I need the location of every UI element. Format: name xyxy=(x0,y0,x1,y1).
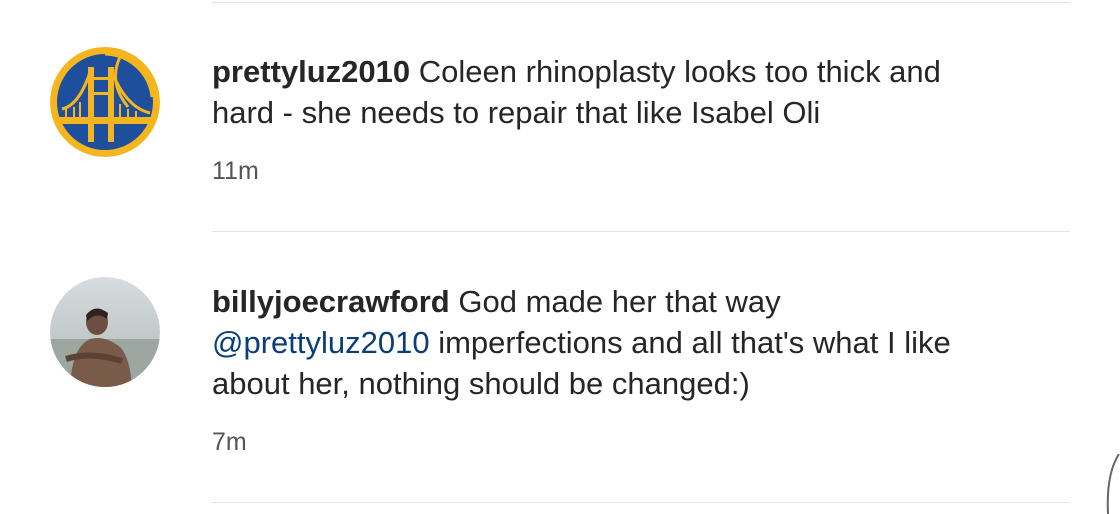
comment-divider xyxy=(212,231,1070,232)
comment-text: billyjoecrawford God made her that way @… xyxy=(212,281,992,404)
warriors-logo-icon xyxy=(50,47,160,157)
edge-curve-decoration xyxy=(1106,454,1120,514)
comment-timestamp[interactable]: 7m xyxy=(212,428,247,457)
avatar[interactable] xyxy=(50,277,160,387)
comment-timestamp[interactable]: 11m xyxy=(212,157,259,186)
comment-text: prettyluz2010 Coleen rhinoplasty looks t… xyxy=(212,51,992,133)
bottom-divider xyxy=(212,502,1070,503)
top-divider xyxy=(212,2,1070,3)
comment-username[interactable]: billyjoecrawford xyxy=(212,284,450,319)
comment-body: God made her that way xyxy=(458,284,781,319)
mention-link[interactable]: @prettyluz2010 xyxy=(212,325,430,360)
profile-photo-icon xyxy=(50,277,160,387)
avatar[interactable] xyxy=(50,47,160,157)
comment-username[interactable]: prettyluz2010 xyxy=(212,54,410,89)
